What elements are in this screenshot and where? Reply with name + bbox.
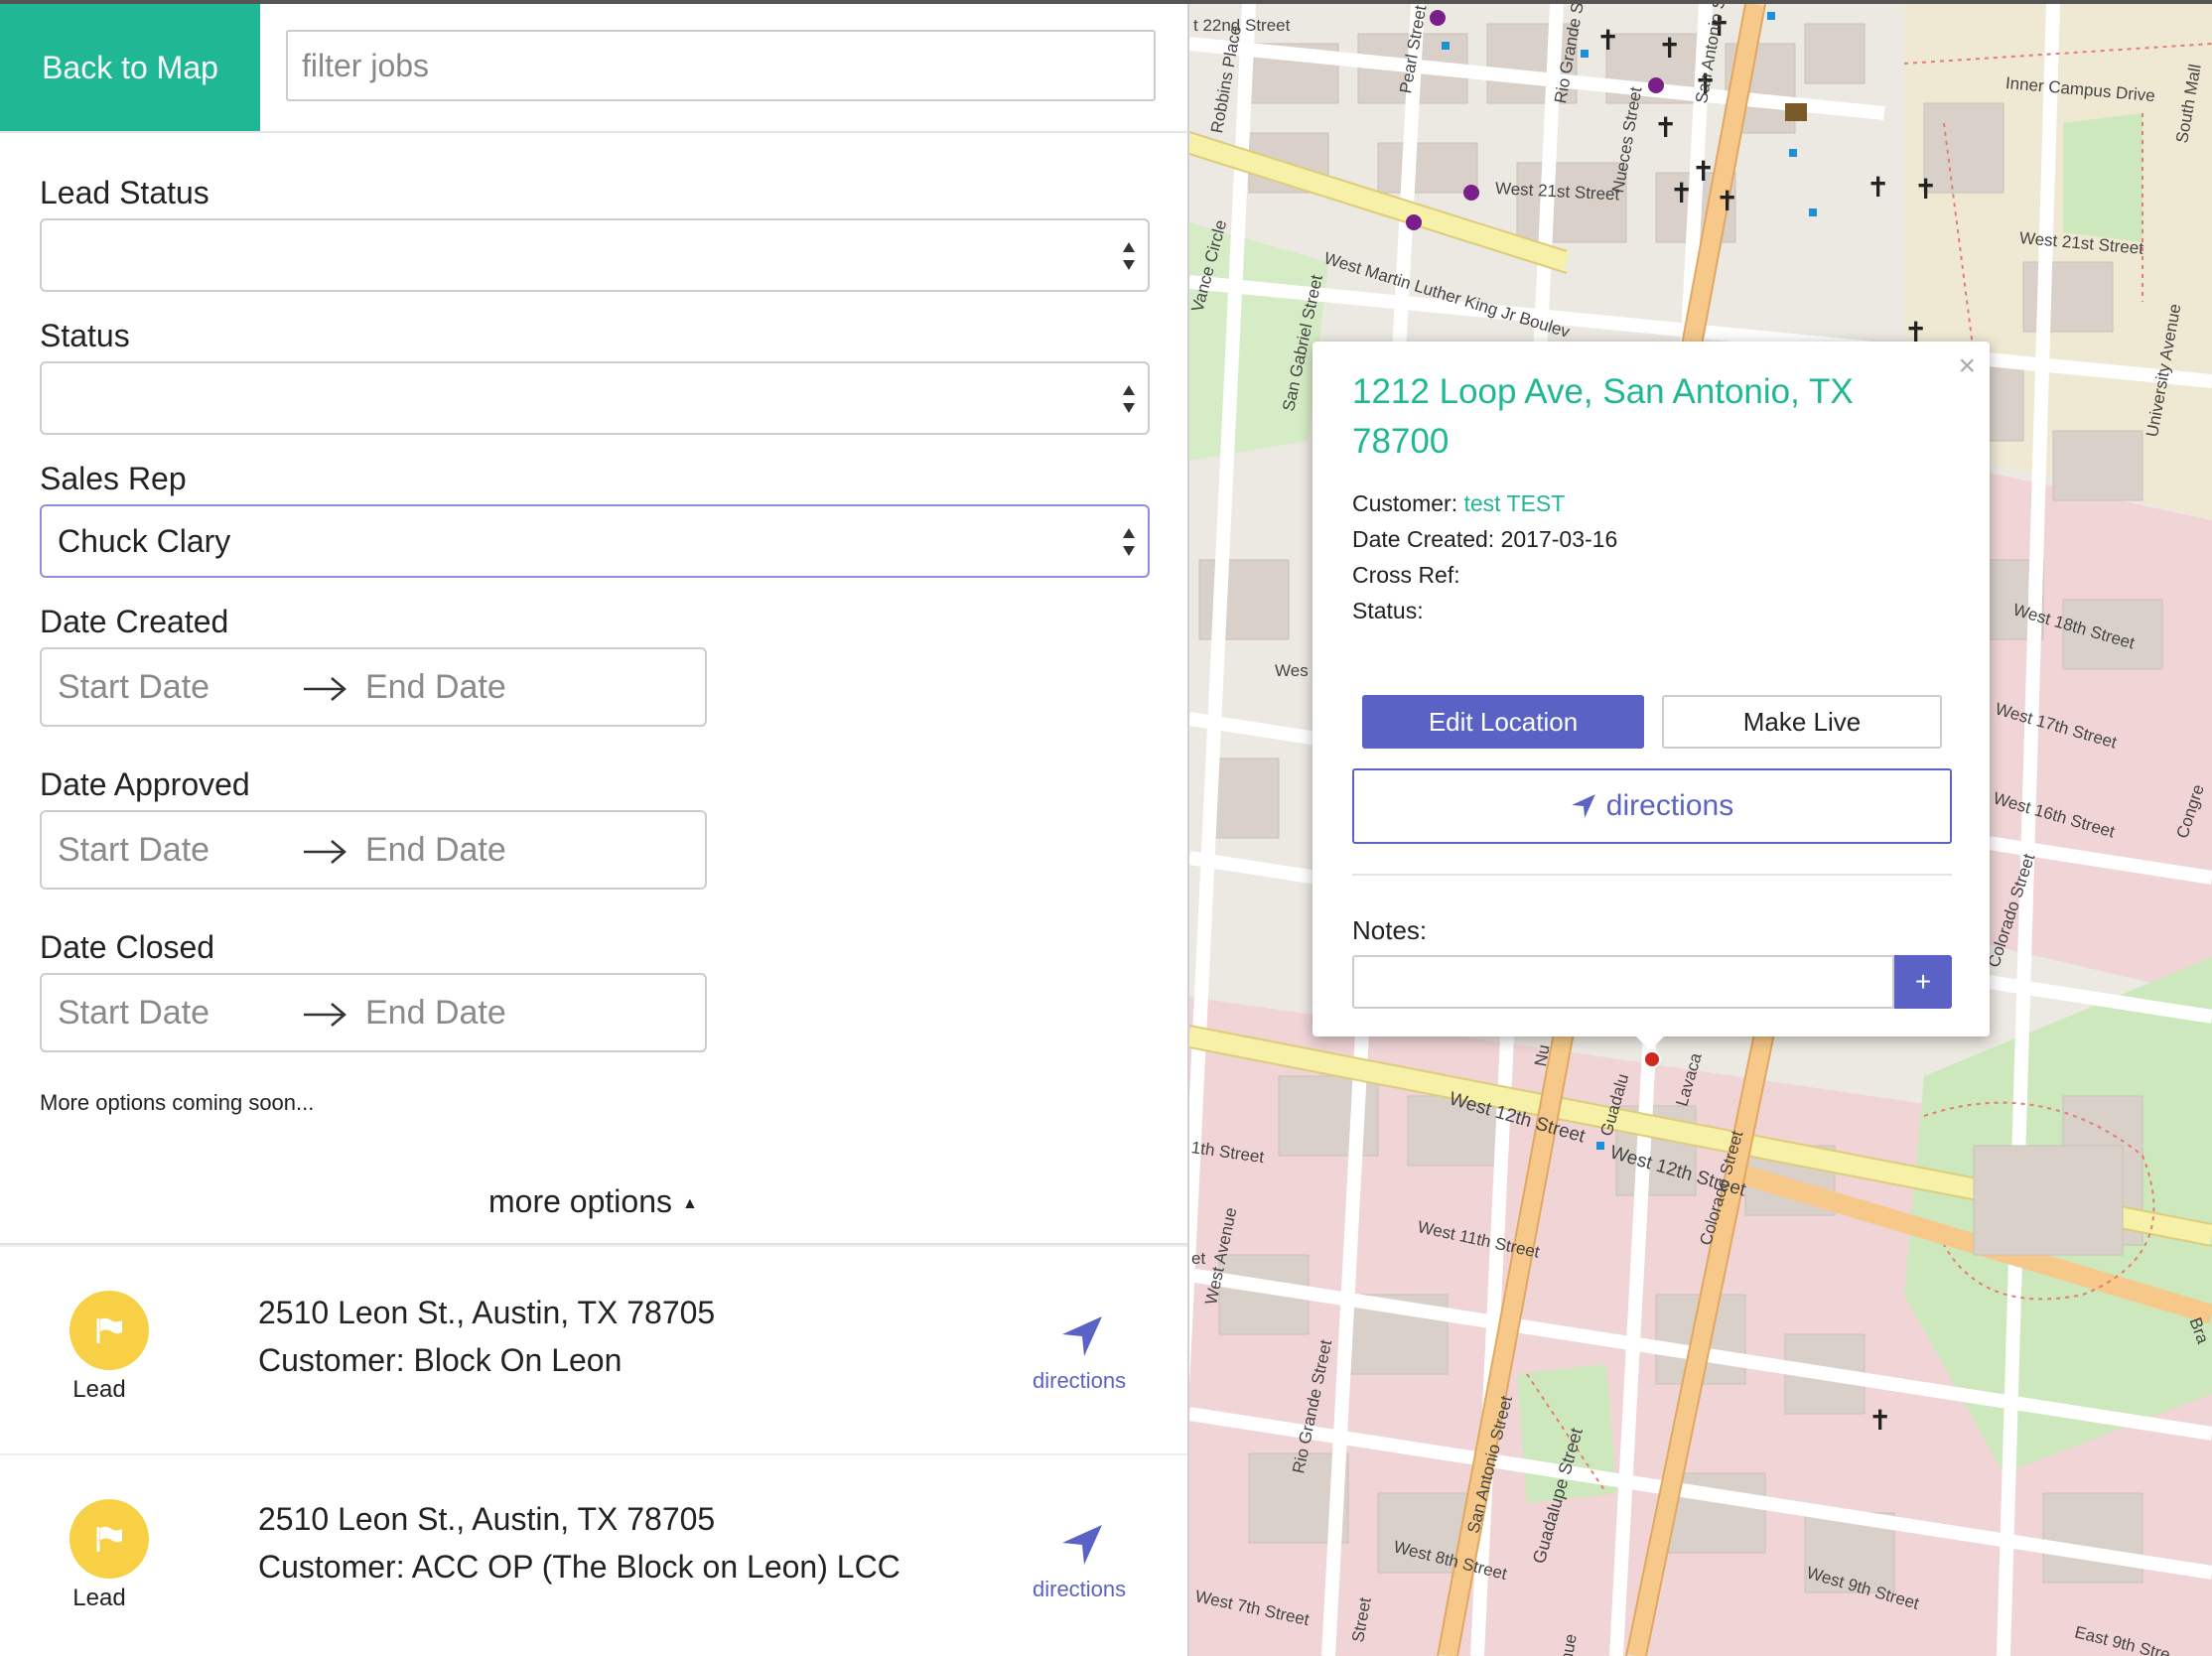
sales-rep-select[interactable]: Chuck Clary [40, 504, 1150, 578]
sales-rep-label: Sales Rep [40, 461, 187, 496]
svg-text:✝: ✝ [1868, 1404, 1891, 1437]
lead-badge [69, 1499, 149, 1579]
edit-location-button[interactable]: Edit Location [1362, 695, 1644, 749]
sales-rep-value: Chuck Clary [58, 522, 231, 559]
caret-up-icon: ▲ [681, 1194, 698, 1212]
customer-link[interactable]: test TEST [1463, 490, 1565, 516]
popup-divider [1352, 874, 1952, 876]
window-top-border [0, 0, 2212, 4]
date-closed-end-input[interactable]: End Date [365, 994, 506, 1033]
popup-status: Status: [1352, 598, 1424, 623]
customer-label: Customer: [1352, 490, 1458, 516]
popup-directions-button[interactable]: directions [1352, 768, 1952, 844]
more-options-toggle[interactable]: more options ▲ [488, 1183, 698, 1220]
job-status-label: Lead [72, 1376, 126, 1403]
navigation-arrow-icon [1571, 794, 1595, 818]
location-popup: × 1212 Loop Ave, San Antonio, TX 78700 C… [1313, 342, 1990, 1050]
list-divider [0, 1243, 1187, 1247]
date-closed-range: Start Date End Date [40, 973, 707, 1052]
job-list-item[interactable]: Lead 2510 Leon St., Austin, TX 78705 Cus… [0, 1249, 1187, 1455]
popup-tip [1634, 1035, 1666, 1050]
job-directions-link[interactable]: directions [1033, 1368, 1126, 1394]
arrow-right-icon [304, 677, 346, 701]
svg-text:✝: ✝ [1596, 24, 1619, 57]
date-created-end-input[interactable]: End Date [365, 668, 506, 707]
map-street-label: Nu [1531, 1042, 1554, 1068]
popup-customer-row: Customer: test TEST [1352, 490, 1565, 517]
arrow-right-icon [304, 1003, 346, 1027]
status-label: Status [40, 318, 130, 353]
map-street-label: nue [1557, 1632, 1581, 1656]
map-street-label: Wes [1275, 661, 1309, 680]
notes-label: Notes: [1352, 915, 1428, 945]
date-approved-label: Date Approved [40, 766, 250, 802]
date-approved-end-input[interactable]: End Date [365, 831, 506, 870]
select-arrows-icon [1123, 385, 1135, 413]
flag-icon [96, 1526, 122, 1552]
popup-address-title: 1212 Loop Ave, San Antonio, TX 78700 [1352, 372, 1854, 461]
date-approved-range: Start Date End Date [40, 810, 707, 890]
directions-label: directions [1605, 789, 1734, 822]
add-note-button[interactable]: + [1894, 955, 1952, 1009]
date-closed-label: Date Closed [40, 929, 215, 965]
back-to-map-button[interactable]: Back to Map [0, 4, 260, 131]
job-status-label: Lead [72, 1585, 126, 1611]
popup-date-created: Date Created: 2017-03-16 [1352, 526, 1618, 552]
more-options-label: more options [488, 1183, 672, 1219]
svg-text:✝: ✝ [1670, 177, 1693, 209]
notes-input[interactable] [1352, 955, 1894, 1009]
svg-text:✝: ✝ [1658, 32, 1681, 65]
location-pin[interactable] [1643, 1050, 1661, 1068]
date-created-start-input[interactable]: Start Date [58, 668, 209, 707]
filter-jobs-input[interactable] [286, 30, 1156, 101]
job-address: 2510 Leon St., Austin, TX 78705 [258, 1501, 716, 1537]
date-approved-start-input[interactable]: Start Date [58, 831, 209, 870]
lead-status-label: Lead Status [40, 175, 209, 210]
status-select[interactable] [40, 361, 1150, 435]
date-created-label: Date Created [40, 604, 229, 639]
arrow-right-icon [304, 840, 346, 864]
job-list-item[interactable]: Lead 2510 Leon St., Austin, TX 78705 Cus… [0, 1455, 1187, 1656]
map-street-label: et [1191, 1249, 1206, 1268]
navigation-arrow-icon[interactable] [1060, 1314, 1104, 1358]
more-options-notice: More options coming soon... [40, 1090, 315, 1115]
svg-text:✝: ✝ [1692, 155, 1715, 188]
select-arrows-icon [1123, 528, 1135, 556]
job-directions-link[interactable]: directions [1033, 1577, 1126, 1602]
lead-status-select[interactable] [40, 218, 1150, 292]
job-address: 2510 Leon St., Austin, TX 78705 [258, 1295, 716, 1330]
job-customer: Customer: Block On Leon [258, 1342, 622, 1378]
make-live-button[interactable]: Make Live [1662, 695, 1942, 749]
svg-text:✝: ✝ [1914, 173, 1937, 206]
date-created-range: Start Date End Date [40, 647, 707, 727]
svg-text:✝: ✝ [1716, 185, 1738, 217]
jobs-sidebar: Back to Map Lead Status Status Sales Rep… [0, 0, 1189, 1656]
svg-text:✝: ✝ [1866, 171, 1889, 204]
header-divider [0, 131, 1187, 133]
popup-cross-ref: Cross Ref: [1352, 562, 1460, 588]
date-closed-start-input[interactable]: Start Date [58, 994, 209, 1033]
navigation-arrow-icon[interactable] [1060, 1523, 1104, 1567]
lead-badge [69, 1291, 149, 1370]
svg-text:✝: ✝ [1654, 111, 1677, 144]
flag-icon [96, 1317, 122, 1343]
job-customer: Customer: ACC OP (The Block on Leon) LCC [258, 1549, 900, 1585]
close-icon[interactable]: × [1958, 349, 1976, 383]
select-arrows-icon [1123, 242, 1135, 270]
